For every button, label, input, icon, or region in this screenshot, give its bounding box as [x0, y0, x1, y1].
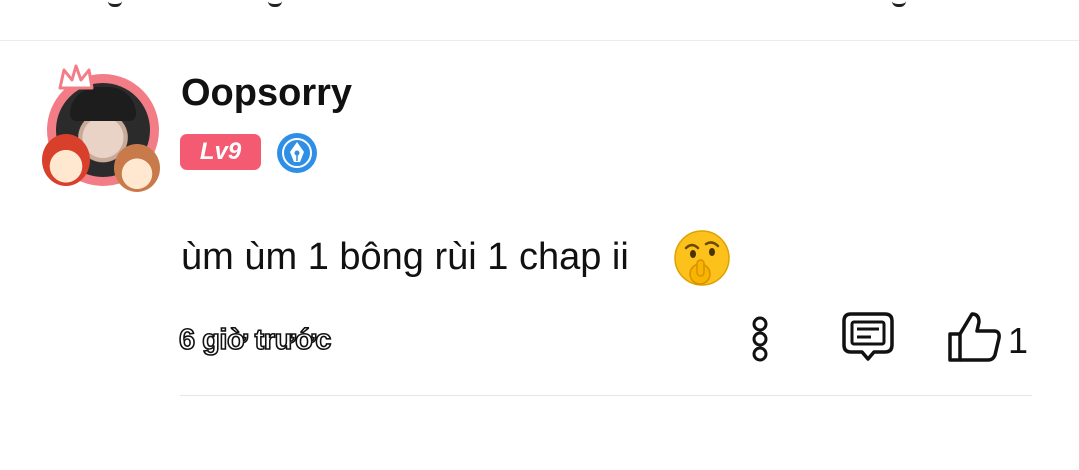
chibi-decoration-right	[114, 144, 160, 192]
crown-icon	[58, 64, 94, 90]
thumbs-up-icon[interactable]	[946, 310, 1002, 364]
like-count: 1	[1008, 320, 1029, 361]
more-vertical-icon[interactable]	[748, 316, 772, 362]
level-badge: Lv9	[180, 134, 261, 170]
chibi-decoration-left	[42, 134, 90, 186]
reply-comment-icon[interactable]	[841, 311, 895, 363]
avatar[interactable]	[42, 62, 168, 194]
divider	[180, 395, 1032, 396]
pen-nib-badge-icon	[277, 133, 317, 173]
username[interactable]: Oopsorry	[181, 72, 352, 115]
shushing-face-emoji	[674, 230, 730, 286]
comment-text: ùm ùm 1 bông rùi 1 chap ii	[181, 236, 629, 278]
timestamp: 6 giờ trước	[178, 323, 332, 357]
divider	[0, 40, 1079, 41]
previous-item-remnant	[0, 0, 1079, 10]
